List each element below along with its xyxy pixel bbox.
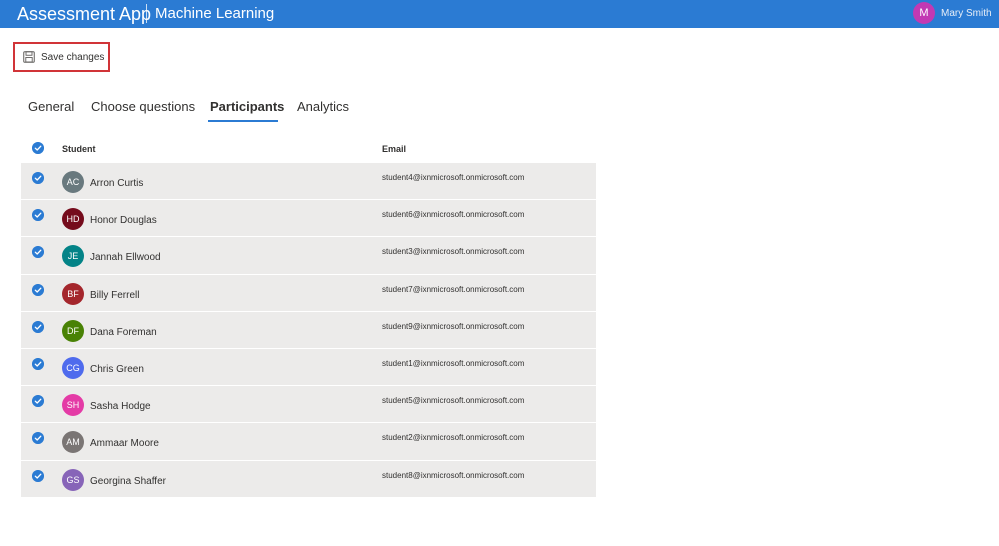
save-icon: [23, 51, 35, 63]
checkmark-circle-icon: [32, 142, 44, 154]
student-name: Billy Ferrell: [90, 289, 140, 301]
avatar: DF: [62, 319, 84, 342]
tab-general[interactable]: General: [28, 99, 74, 115]
table-row[interactable]: AM Ammaar Moore student2@ixnmicrosoft.on…: [21, 423, 596, 461]
table-row[interactable]: CG Chris Green student1@ixnmicrosoft.onm…: [21, 348, 596, 387]
checkmark-circle-icon: [32, 395, 44, 408]
tab-choose-questions[interactable]: Choose questions: [91, 99, 195, 115]
course-title: Machine Learning: [155, 5, 275, 22]
student-email: student5@ixnmicrosoft.onmicrosoft.com: [382, 396, 525, 406]
row-checkbox[interactable]: [32, 246, 44, 259]
checkmark-circle-icon: [32, 172, 44, 184]
student-email: student2@ixnmicrosoft.onmicrosoft.com: [382, 433, 525, 443]
avatar: SH: [62, 394, 84, 417]
student-name: Jannah Ellwood: [90, 252, 161, 264]
checkmark-circle-icon: [32, 469, 44, 482]
student-email: student7@ixnmicrosoft.onmicrosoft.com: [382, 284, 525, 294]
participants-table: Student Email AC Arron Curtis student4@i…: [21, 135, 596, 498]
user-name[interactable]: Mary Smith: [941, 8, 992, 20]
tab-analytics[interactable]: Analytics: [297, 99, 349, 115]
select-all-checkbox[interactable]: [32, 142, 44, 154]
checkmark-circle-icon: [32, 320, 44, 333]
row-checkbox[interactable]: [32, 395, 44, 408]
avatar: AM: [62, 431, 84, 454]
row-checkbox[interactable]: [32, 172, 44, 184]
student-email: student1@ixnmicrosoft.onmicrosoft.com: [382, 358, 525, 368]
table-row[interactable]: SH Sasha Hodge student5@ixnmicrosoft.onm…: [21, 386, 596, 424]
avatar: AC: [62, 171, 84, 193]
table-row[interactable]: GS Georgina Shaffer student8@ixnmicrosof…: [21, 460, 596, 498]
title-divider: [146, 4, 147, 23]
table-header: Student Email: [21, 135, 596, 163]
save-button-label: Save changes: [41, 51, 105, 63]
checkmark-circle-icon: [32, 432, 44, 445]
avatar: GS: [62, 468, 84, 491]
student-name: Dana Foreman: [90, 326, 157, 338]
table-row[interactable]: JE Jannah Ellwood student3@ixnmicrosoft.…: [21, 237, 596, 275]
student-email: student4@ixnmicrosoft.onmicrosoft.com: [382, 173, 525, 182]
student-name: Sasha Hodge: [90, 401, 151, 413]
active-tab-indicator: [208, 120, 278, 122]
student-email: student6@ixnmicrosoft.onmicrosoft.com: [382, 210, 525, 220]
table-row[interactable]: BF Billy Ferrell student7@ixnmicrosoft.o…: [21, 274, 596, 312]
student-name: Arron Curtis: [90, 178, 144, 189]
checkmark-circle-icon: [32, 246, 44, 259]
row-checkbox[interactable]: [32, 209, 44, 222]
student-email: student3@ixnmicrosoft.onmicrosoft.com: [382, 247, 525, 257]
checkmark-circle-icon: [32, 283, 44, 296]
app-title[interactable]: Assessment App: [17, 3, 151, 25]
student-name: Georgina Shaffer: [90, 475, 166, 487]
tab-participants[interactable]: Participants: [210, 99, 284, 115]
student-name: Honor Douglas: [90, 215, 157, 227]
avatar: BF: [62, 282, 84, 305]
avatar: CG: [62, 356, 84, 379]
avatar[interactable]: M: [913, 2, 935, 24]
row-checkbox[interactable]: [32, 469, 44, 482]
row-checkbox[interactable]: [32, 320, 44, 333]
table-row[interactable]: AC Arron Curtis student4@ixnmicrosoft.on…: [21, 163, 596, 201]
avatar: JE: [62, 245, 84, 268]
save-button[interactable]: Save changes: [13, 42, 110, 72]
student-name: Ammaar Moore: [90, 438, 159, 450]
column-header-student[interactable]: Student: [62, 144, 96, 154]
avatar: HD: [62, 208, 84, 231]
table-row[interactable]: HD Honor Douglas student6@ixnmicrosoft.o…: [21, 200, 596, 238]
checkmark-circle-icon: [32, 209, 44, 222]
student-name: Chris Green: [90, 363, 144, 375]
student-email: student9@ixnmicrosoft.onmicrosoft.com: [382, 321, 525, 331]
table-row[interactable]: DF Dana Foreman student9@ixnmicrosoft.on…: [21, 311, 596, 349]
column-header-email[interactable]: Email: [382, 144, 406, 154]
row-checkbox[interactable]: [32, 283, 44, 296]
row-checkbox[interactable]: [32, 357, 44, 370]
row-checkbox[interactable]: [32, 432, 44, 445]
top-bar: Assessment App Machine Learning M Mary S…: [0, 0, 999, 28]
checkmark-circle-icon: [32, 357, 44, 370]
student-email: student8@ixnmicrosoft.onmicrosoft.com: [382, 470, 525, 480]
table-body: AC Arron Curtis student4@ixnmicrosoft.on…: [21, 163, 596, 498]
